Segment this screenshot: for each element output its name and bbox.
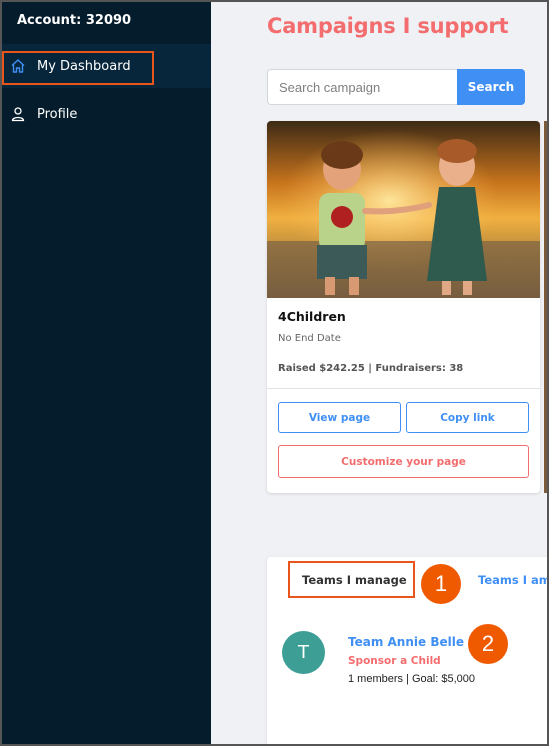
search-input[interactable] (267, 69, 458, 105)
team-stats: 1 members | Goal: $5,000 (348, 673, 475, 685)
account-label: Account: 32090 (17, 13, 132, 28)
sidebar: Account: 32090 My Dashboard Profile (0, 0, 211, 746)
campaign-image[interactable] (267, 121, 540, 298)
view-page-button[interactable]: View page (278, 402, 401, 433)
highlight-my-dashboard (2, 51, 154, 85)
team-name-link[interactable]: Team Annie Belle (348, 635, 464, 649)
search-button[interactable]: Search (457, 69, 525, 105)
step-badge-1: 1 (421, 564, 461, 604)
tab-teams-i-am[interactable]: Teams I am (478, 573, 549, 587)
highlight-teams-i-manage (288, 561, 415, 598)
user-icon (10, 106, 26, 122)
team-campaign-name: Sponsor a Child (348, 655, 441, 667)
divider (267, 388, 540, 389)
next-campaign-card-edge[interactable] (544, 121, 549, 493)
campaign-name[interactable]: 4Children (278, 309, 346, 324)
sidebar-item-profile[interactable]: Profile (0, 92, 211, 136)
sidebar-item-label: Profile (37, 106, 78, 122)
campaign-end-date: No End Date (278, 333, 341, 344)
page-title: Campaigns I support (267, 14, 509, 38)
campaign-stats: Raised $242.25 | Fundraisers: 38 (278, 363, 464, 374)
copy-link-button[interactable]: Copy link (406, 402, 529, 433)
team-avatar: T (282, 631, 325, 674)
customize-page-button[interactable]: Customize your page (278, 445, 529, 478)
step-badge-2: 2 (468, 624, 508, 664)
campaign-card: 4Children No End Date Raised $242.25 | F… (267, 121, 540, 493)
